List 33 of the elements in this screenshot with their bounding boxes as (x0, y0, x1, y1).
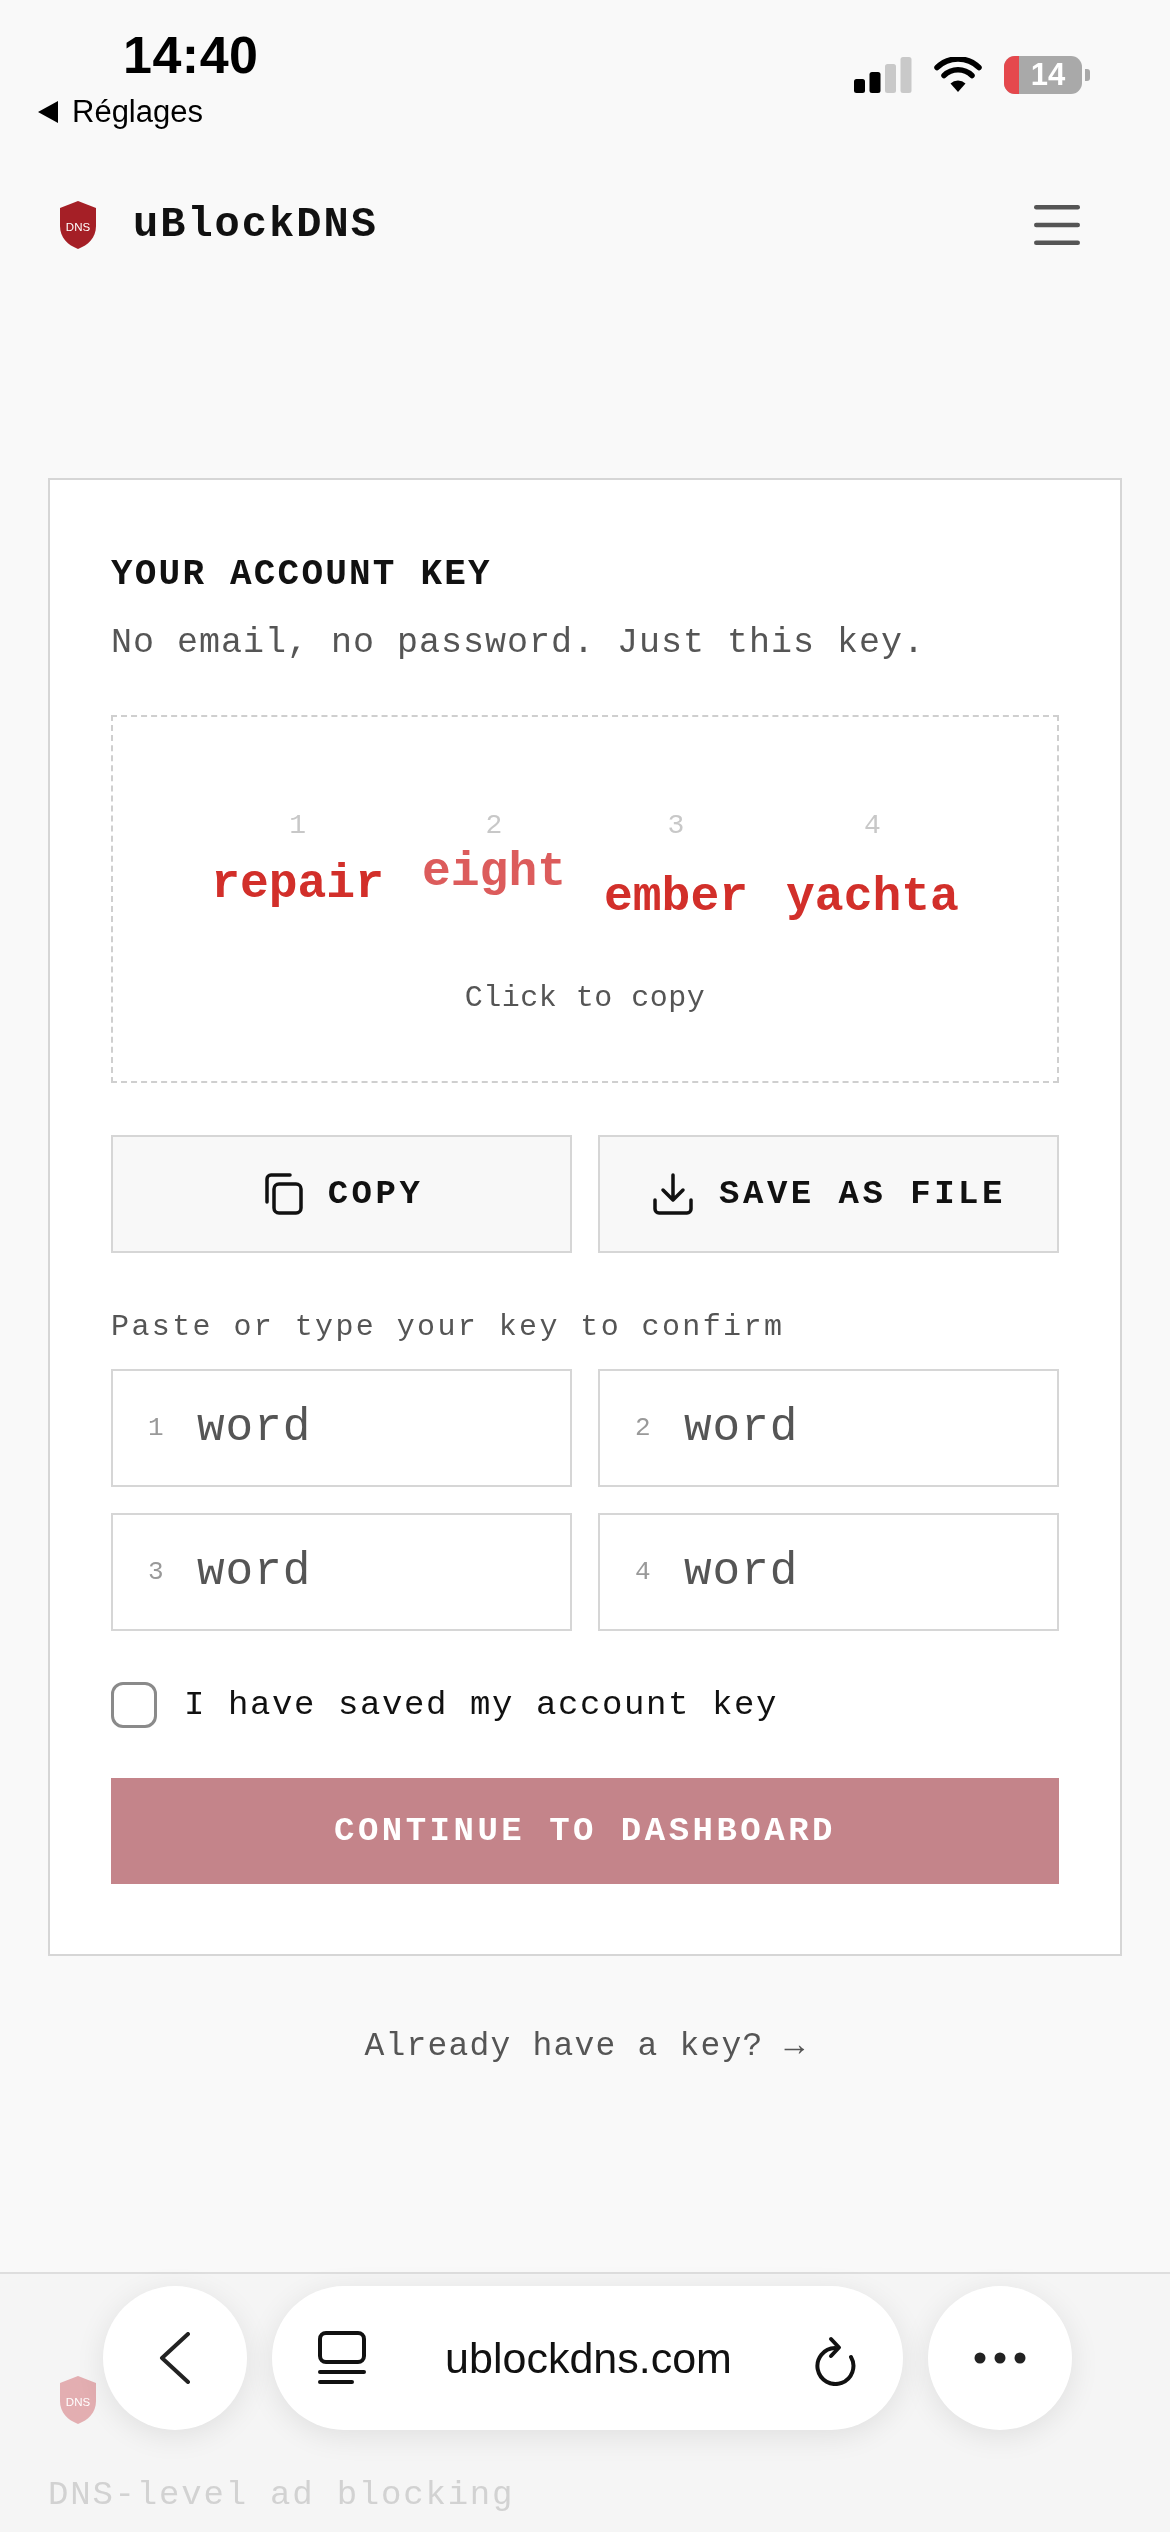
key-word: repair (211, 856, 384, 913)
signal-icon (854, 57, 912, 93)
confirm-label: Paste or type your key to confirm (111, 1309, 786, 1345)
section-subtitle: No email, no password. Just this key. (111, 622, 927, 665)
url-text[interactable]: ublockdns.com (366, 2333, 811, 2383)
field-number: 3 (148, 1557, 164, 1587)
copy-button[interactable]: COPY (111, 1135, 572, 1253)
section-title: YOUR ACCOUNT KEY (111, 553, 493, 597)
key-word: ember (604, 869, 749, 926)
field-number: 2 (635, 1413, 651, 1443)
checkbox-label[interactable]: I have saved my account key (184, 1683, 779, 1727)
back-icon (158, 2332, 192, 2384)
key-word: eight (421, 844, 566, 901)
ellipsis-icon (974, 2352, 1026, 2364)
login-link[interactable]: Already have a key? → (364, 2028, 806, 2065)
key-word: yachta (786, 869, 959, 926)
menu-icon[interactable] (1034, 205, 1080, 245)
battery-indicator: 14 (1004, 56, 1090, 94)
shield-logo: DNS (58, 2375, 98, 2425)
address-bar[interactable]: ublockdns.com (272, 2286, 903, 2430)
save-file-button[interactable]: SAVE AS FILE (598, 1135, 1059, 1253)
brand-name[interactable]: uBlockDNS (133, 201, 378, 249)
shield-logo[interactable]: DNS (58, 200, 98, 250)
field-number: 4 (635, 1557, 651, 1587)
page-menu-icon[interactable] (318, 2331, 366, 2385)
wifi-icon (934, 57, 982, 93)
field-number: 1 (148, 1413, 164, 1443)
download-icon (651, 1172, 696, 1216)
back-triangle-icon (38, 101, 58, 123)
status-time: 14:40 (123, 27, 259, 83)
copy-hint: Click to copy (464, 980, 706, 1016)
settings-back-link[interactable]: Réglages (38, 95, 203, 129)
checkbox[interactable] (111, 1682, 157, 1728)
